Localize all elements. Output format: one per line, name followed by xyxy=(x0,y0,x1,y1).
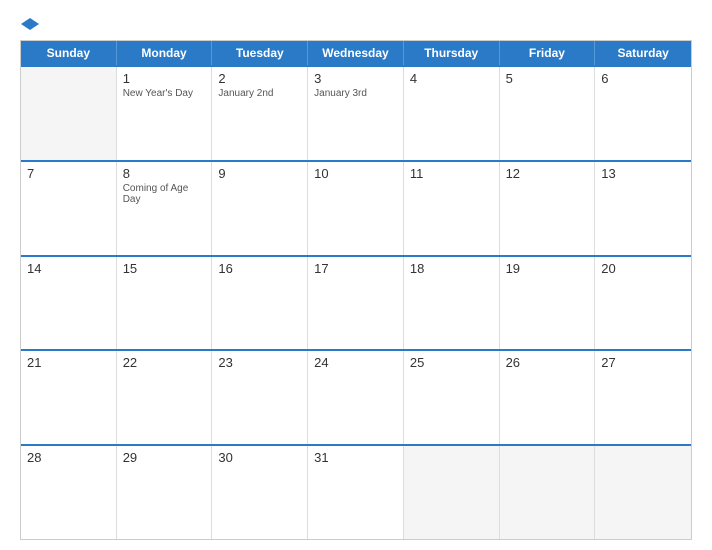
cal-cell: 28 xyxy=(21,446,117,539)
cal-cell: 12 xyxy=(500,162,596,255)
day-number: 10 xyxy=(314,166,397,181)
day-number: 17 xyxy=(314,261,397,276)
day-number: 21 xyxy=(27,355,110,370)
cal-cell: 9 xyxy=(212,162,308,255)
header-cell-monday: Monday xyxy=(117,41,213,65)
cal-cell: 7 xyxy=(21,162,117,255)
header-cell-saturday: Saturday xyxy=(595,41,691,65)
cal-cell: 20 xyxy=(595,257,691,350)
cal-cell: 29 xyxy=(117,446,213,539)
cal-cell: 25 xyxy=(404,351,500,444)
day-number: 3 xyxy=(314,71,397,86)
header xyxy=(20,18,692,32)
calendar-header: SundayMondayTuesdayWednesdayThursdayFrid… xyxy=(21,41,691,65)
cal-cell: 30 xyxy=(212,446,308,539)
day-number: 11 xyxy=(410,166,493,181)
day-number: 29 xyxy=(123,450,206,465)
calendar-body: 1 New Year's Day 2 January 2nd 3 January 3rd 4… xyxy=(21,65,691,539)
header-cell-friday: Friday xyxy=(500,41,596,65)
cal-cell: 22 xyxy=(117,351,213,444)
day-number: 14 xyxy=(27,261,110,276)
cal-cell: 31 xyxy=(308,446,404,539)
cal-cell: 13 xyxy=(595,162,691,255)
day-number: 16 xyxy=(218,261,301,276)
cal-cell: 2 January 2nd xyxy=(212,67,308,160)
calendar-page: SundayMondayTuesdayWednesdayThursdayFrid… xyxy=(0,0,712,550)
event-label: Coming of Age Day xyxy=(123,183,206,205)
header-cell-tuesday: Tuesday xyxy=(212,41,308,65)
event-label: New Year's Day xyxy=(123,88,206,99)
logo xyxy=(20,18,40,32)
day-number: 1 xyxy=(123,71,206,86)
cal-cell: 18 xyxy=(404,257,500,350)
cal-cell: 24 xyxy=(308,351,404,444)
calendar: SundayMondayTuesdayWednesdayThursdayFrid… xyxy=(20,40,692,540)
week-row-5: 28 29 30 31 xyxy=(21,444,691,539)
cal-cell: 26 xyxy=(500,351,596,444)
week-row-1: 1 New Year's Day 2 January 2nd 3 January 3rd 4… xyxy=(21,65,691,160)
day-number: 7 xyxy=(27,166,110,181)
day-number: 2 xyxy=(218,71,301,86)
day-number: 15 xyxy=(123,261,206,276)
cal-cell: 27 xyxy=(595,351,691,444)
cal-cell: 5 xyxy=(500,67,596,160)
day-number: 19 xyxy=(506,261,589,276)
logo-flag-icon xyxy=(20,17,40,31)
cal-cell: 10 xyxy=(308,162,404,255)
day-number: 18 xyxy=(410,261,493,276)
day-number: 26 xyxy=(506,355,589,370)
day-number: 30 xyxy=(218,450,301,465)
cal-cell: 15 xyxy=(117,257,213,350)
header-cell-sunday: Sunday xyxy=(21,41,117,65)
week-row-2: 78 Coming of Age Day 9 10 11 12 13 xyxy=(21,160,691,255)
cal-cell: 11 xyxy=(404,162,500,255)
day-number: 4 xyxy=(410,71,493,86)
day-number: 27 xyxy=(601,355,685,370)
day-number: 8 xyxy=(123,166,206,181)
day-number: 9 xyxy=(218,166,301,181)
week-row-3: 14 15 16 17 18 19 20 xyxy=(21,255,691,350)
day-number: 5 xyxy=(506,71,589,86)
day-number: 20 xyxy=(601,261,685,276)
day-number: 31 xyxy=(314,450,397,465)
week-row-4: 21 22 23 24 25 26 27 xyxy=(21,349,691,444)
day-number: 22 xyxy=(123,355,206,370)
cal-cell xyxy=(404,446,500,539)
cal-cell xyxy=(500,446,596,539)
day-number: 25 xyxy=(410,355,493,370)
cal-cell: 6 xyxy=(595,67,691,160)
cal-cell xyxy=(21,67,117,160)
event-label: January 3rd xyxy=(314,88,397,99)
day-number: 13 xyxy=(601,166,685,181)
cal-cell: 1 New Year's Day xyxy=(117,67,213,160)
day-number: 6 xyxy=(601,71,685,86)
cal-cell xyxy=(595,446,691,539)
header-cell-thursday: Thursday xyxy=(404,41,500,65)
day-number: 12 xyxy=(506,166,589,181)
cal-cell: 4 xyxy=(404,67,500,160)
event-label: January 2nd xyxy=(218,88,301,99)
day-number: 24 xyxy=(314,355,397,370)
cal-cell: 16 xyxy=(212,257,308,350)
cal-cell: 17 xyxy=(308,257,404,350)
day-number: 28 xyxy=(27,450,110,465)
cal-cell: 3 January 3rd xyxy=(308,67,404,160)
cal-cell: 19 xyxy=(500,257,596,350)
cal-cell: 8 Coming of Age Day xyxy=(117,162,213,255)
cal-cell: 23 xyxy=(212,351,308,444)
day-number: 23 xyxy=(218,355,301,370)
cal-cell: 14 xyxy=(21,257,117,350)
header-cell-wednesday: Wednesday xyxy=(308,41,404,65)
cal-cell: 21 xyxy=(21,351,117,444)
